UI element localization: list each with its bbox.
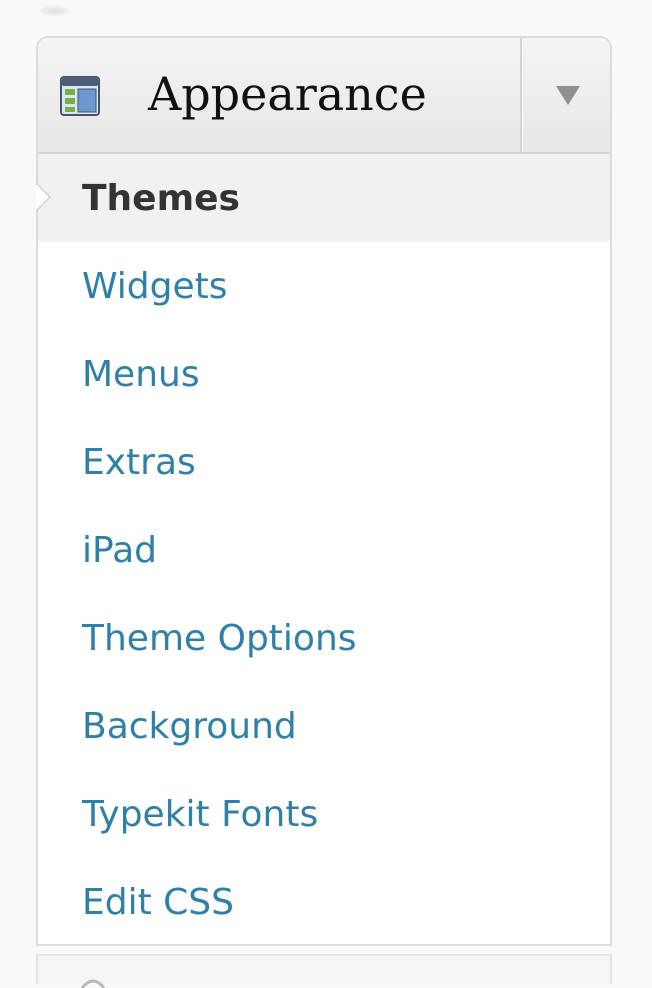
submenu-item-typekit-fonts[interactable]: Typekit Fonts <box>38 770 610 858</box>
submenu-item-label: Themes <box>82 177 240 219</box>
submenu-item-label: Extras <box>82 441 196 483</box>
submenu-item-edit-css[interactable]: Edit CSS <box>38 858 610 946</box>
submenu-item-label: Typekit Fonts <box>82 793 319 835</box>
submenu-item-label: Edit CSS <box>82 881 234 923</box>
submenu-item-menus[interactable]: Menus <box>38 330 610 418</box>
submenu-item-label: iPad <box>82 529 158 571</box>
submenu-item-themes[interactable]: Themes <box>36 154 610 242</box>
menu-title[interactable]: Appearance <box>148 64 427 124</box>
submenu-item-label: Widgets <box>82 265 228 307</box>
submenu-item-ipad[interactable]: iPad <box>38 506 610 594</box>
top-shadow <box>40 6 70 16</box>
next-menu-icon <box>80 979 106 988</box>
submenu-list: Themes Widgets Menus Extras iPad Theme O… <box>36 154 610 946</box>
submenu-item-widgets[interactable]: Widgets <box>38 242 610 330</box>
submenu-item-label: Menus <box>82 353 200 395</box>
submenu-item-theme-options[interactable]: Theme Options <box>38 594 610 682</box>
next-menu-header-partial[interactable] <box>36 954 612 988</box>
header-divider <box>520 38 522 152</box>
submenu-item-extras[interactable]: Extras <box>38 418 610 506</box>
appearance-menu: Appearance Themes Widgets Menus Extras i… <box>36 36 612 946</box>
triangle-down-icon <box>556 86 580 105</box>
menu-header[interactable]: Appearance <box>38 38 610 154</box>
submenu-item-label: Background <box>82 705 297 747</box>
menu-toggle-button[interactable] <box>524 38 612 152</box>
submenu-item-background[interactable]: Background <box>38 682 610 770</box>
submenu-item-label: Theme Options <box>82 617 357 659</box>
appearance-icon <box>60 76 100 116</box>
current-page-marker-icon <box>36 182 52 212</box>
